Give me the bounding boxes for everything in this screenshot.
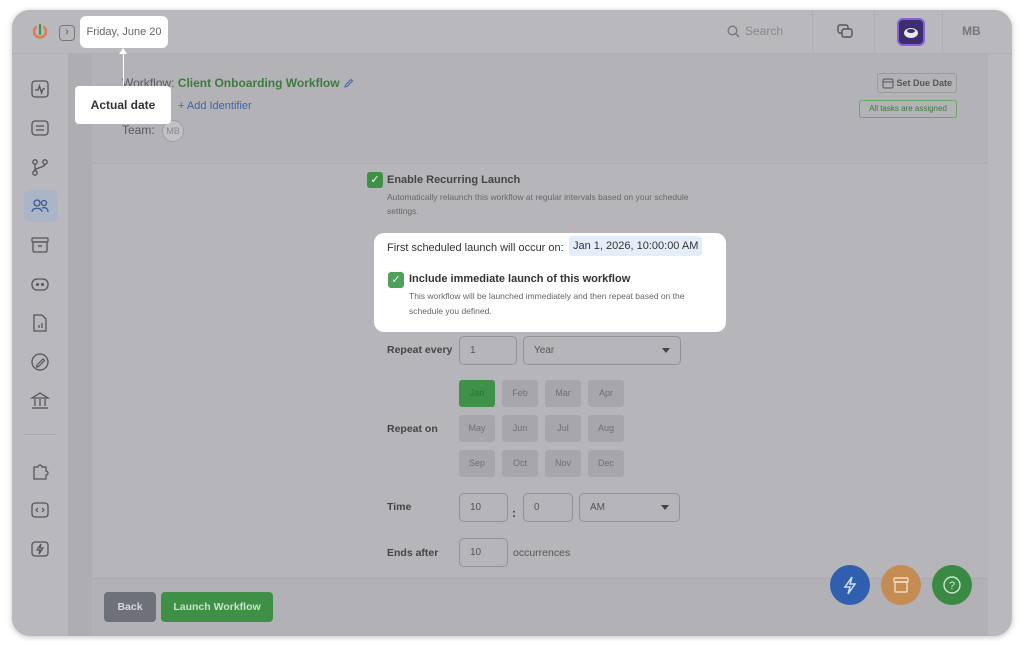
actual-date-tooltip: Actual date [75,86,171,124]
help-button[interactable]: ? [932,565,972,605]
month-oct[interactable]: Oct [502,450,538,477]
set-due-date-button[interactable]: Set Due Date [877,73,957,93]
branch-icon[interactable] [29,156,51,178]
pulse-icon[interactable] [29,78,51,100]
chevron-down-icon [661,505,669,510]
time-period-select[interactable]: AM [579,493,680,522]
sidebar [12,54,68,636]
month-mar[interactable]: Mar [545,380,581,407]
month-nov[interactable]: Nov [545,450,581,477]
bank-icon[interactable] [29,390,51,412]
include-immediate-checkbox[interactable]: ✓ [388,272,404,288]
first-launch-label: First scheduled launch will occur on: [387,242,564,254]
repeat-every-label: Repeat every [387,344,453,356]
assignment-status-badge: All tasks are assigned [859,100,957,118]
checklist-icon[interactable] [29,117,51,139]
month-dec[interactable]: Dec [588,450,624,477]
enable-recurring-description: Automatically relaunch this workflow at … [387,192,689,216]
help-icon: ? [943,576,961,594]
month-apr[interactable]: Apr [588,380,624,407]
code-icon[interactable] [29,499,51,521]
edit-icon[interactable] [29,351,51,373]
workflow-name[interactable]: Client Onboarding Workflow [178,76,340,90]
search-box[interactable]: Search [727,24,817,42]
occurrences-label: occurrences [513,547,571,559]
month-feb[interactable]: Feb [502,380,538,407]
add-identifier-link[interactable]: + Add Identifier [178,100,252,112]
puzzle-icon[interactable] [29,460,51,482]
app-switcher-icon[interactable] [897,18,925,46]
robot-icon[interactable] [29,273,51,295]
svg-text:?: ? [949,580,955,592]
repeat-unit-value: Year [534,345,555,356]
callout-arrow [123,52,124,88]
lightning-icon[interactable] [29,538,51,560]
search-icon [727,25,740,38]
secondary-sidebar [68,54,92,636]
archive-icon[interactable] [29,234,51,256]
user-avatar[interactable]: MB [962,24,992,38]
time-separator: : [512,506,516,520]
time-minute-input[interactable]: 0 [523,493,573,522]
include-immediate-description: This workflow will be launched immediate… [409,291,685,316]
chevron-down-icon [662,348,670,353]
ends-after-label: Ends after [387,547,439,559]
document-chart-icon[interactable] [29,312,51,334]
repeat-every-input[interactable]: 1 [459,336,517,365]
archive-icon [893,577,909,593]
repeat-on-label: Repeat on [387,423,438,435]
launch-workflow-button[interactable]: Launch Workflow [161,592,273,622]
enable-recurring-checkbox[interactable]: ✓ [367,172,383,188]
divider [812,10,813,54]
month-aug[interactable]: Aug [588,415,624,442]
top-bar: › Friday, June 20 Search MB [12,10,1012,54]
quick-actions-button[interactable] [830,565,870,605]
time-hour-input[interactable]: 10 [459,493,508,522]
pencil-icon[interactable] [343,78,354,89]
app-window: › Friday, June 20 Search MB Workflow: Cl… [12,10,1012,636]
calendar-icon [882,78,894,89]
month-jun[interactable]: Jun [502,415,538,442]
month-jan[interactable]: Jan [459,380,495,407]
time-label: Time [387,501,412,513]
enable-recurring-label[interactable]: Enable Recurring Launch [387,174,520,186]
divider [874,10,875,54]
search-placeholder: Search [745,24,784,38]
callout-arrow-head [119,48,127,54]
ends-after-input[interactable]: 10 [459,538,508,567]
sidebar-divider [24,434,56,435]
current-date: Friday, June 20 [80,16,168,48]
team-label: Team: [122,123,155,138]
back-button[interactable]: Back [104,592,156,622]
lightning-icon [843,576,857,595]
first-launch-value: Jan 1, 2026, 10:00:00 AM [569,236,703,256]
month-jul[interactable]: Jul [545,415,581,442]
chat-icon[interactable] [836,23,854,41]
archive-fab-button[interactable] [881,565,921,605]
expand-sidebar-button[interactable]: › [59,25,75,41]
include-immediate-label[interactable]: Include immediate launch of this workflo… [409,273,630,285]
users-icon[interactable] [29,195,51,217]
month-sep[interactable]: Sep [459,450,495,477]
app-logo-icon[interactable] [30,23,50,43]
month-may[interactable]: May [459,415,495,442]
divider [942,10,943,54]
time-period-value: AM [590,502,605,513]
repeat-unit-select[interactable]: Year [523,336,681,365]
set-due-date-label: Set Due Date [896,78,952,88]
